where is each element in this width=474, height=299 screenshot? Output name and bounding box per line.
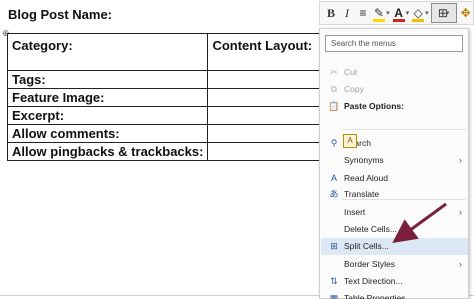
menu-item-cut[interactable]: ✂ Cut (321, 64, 468, 81)
menu-item-delete-cells[interactable]: Delete Cells... (321, 221, 468, 238)
menu-item-label: Insert (344, 207, 366, 217)
submenu-chevron-icon: › (459, 259, 462, 269)
menu-item-synonyms[interactable]: Synonyms › (321, 152, 468, 169)
menu-item-paste-options: 📋 Paste Options: (321, 98, 468, 115)
insert-icon (328, 206, 340, 218)
menu-item-label: Border Styles (344, 259, 396, 269)
borders-dropdown-icon: ▾ (445, 10, 450, 17)
font-color-icon[interactable]: A (392, 3, 406, 23)
read-aloud-icon: A (330, 173, 337, 183)
menu-item-insert[interactable]: Insert › (321, 204, 468, 221)
translate-icon: あ (329, 189, 339, 199)
bold-icon[interactable]: B (324, 3, 338, 23)
menu-item-label: Table Properties... (344, 293, 413, 299)
highlight-icon[interactable]: ✎ (372, 3, 386, 23)
mini-toolbar: B I ≡ ✎ ▾ A ▾ ◇ ▾ ⊞ ▾ ✥ (319, 1, 474, 25)
menu-item-border-styles[interactable]: Border Styles › (321, 256, 468, 273)
copy-icon: ⧉ (330, 84, 338, 94)
paste-options-icon: 📋 (328, 101, 340, 111)
menu-item-translate[interactable]: あ Translate (321, 186, 468, 203)
menu-item-label: Read Aloud (344, 173, 388, 183)
menu-separator (342, 129, 466, 130)
table-properties-icon: ▦ (329, 293, 339, 299)
paste-keep-text-only-icon[interactable]: A (343, 134, 357, 148)
shading-dropdown-icon[interactable]: ▾ (425, 9, 429, 17)
format-painter-icon[interactable]: ✥ (459, 3, 473, 23)
border-styles-icon (328, 258, 340, 270)
menu-item-copy[interactable]: ⧉ Copy (321, 81, 468, 98)
text-direction-icon: ⇅ (330, 276, 338, 286)
context-menu: Search the menus ✂ Cut ⧉ Copy 📋 Paste Options… (319, 28, 469, 299)
italic-icon[interactable]: I (340, 3, 354, 23)
cut-icon: ✂ (330, 67, 338, 77)
submenu-chevron-icon: › (459, 207, 462, 217)
field-label-cell[interactable]: Excerpt: (6, 106, 209, 125)
menu-item-label: Cut (344, 67, 358, 77)
menu-item-label: Split Cells... (344, 241, 389, 251)
font-color-dropdown-icon[interactable]: ▾ (406, 9, 410, 17)
menu-item-label: Text Direction... (344, 276, 403, 286)
menu-item-label: Synonyms (344, 155, 384, 165)
menu-item-text-direction[interactable]: ⇅ Text Direction... (321, 273, 468, 290)
field-label-cell[interactable]: Category: (6, 33, 209, 71)
menu-item-split-cells[interactable]: ⊞ Split Cells... (321, 238, 468, 255)
field-label-cell[interactable]: Allow comments: (6, 124, 209, 143)
split-cells-icon: ⊞ (330, 241, 338, 251)
menu-item-label: Copy (344, 84, 364, 94)
paragraph-icon[interactable]: ≡ (356, 3, 370, 23)
shading-icon[interactable]: ◇ (411, 3, 425, 23)
document-title: Blog Post Name: (8, 7, 113, 22)
field-label-cell[interactable]: Tags: (6, 70, 209, 89)
synonyms-icon (328, 154, 340, 166)
menu-search-input[interactable]: Search the menus (325, 35, 463, 52)
field-label-cell[interactable]: Feature Image: (6, 88, 209, 107)
submenu-chevron-icon: › (459, 155, 462, 165)
menu-item-label: Delete Cells... (344, 224, 397, 234)
delete-cells-icon (328, 223, 340, 235)
menu-item-table-properties[interactable]: ▦ Table Properties... (321, 290, 468, 299)
menu-item-label: Translate (344, 189, 380, 199)
field-label-cell[interactable]: Allow pingbacks & trackbacks: (6, 142, 209, 161)
highlight-dropdown-icon[interactable]: ▾ (386, 9, 390, 17)
menu-item-label: Paste Options: (344, 101, 404, 111)
menu-item-read-aloud[interactable]: A Read Aloud (321, 170, 468, 187)
borders-icon[interactable]: ⊞ ▾ (430, 3, 457, 23)
search-icon: ⚲ (330, 138, 338, 148)
